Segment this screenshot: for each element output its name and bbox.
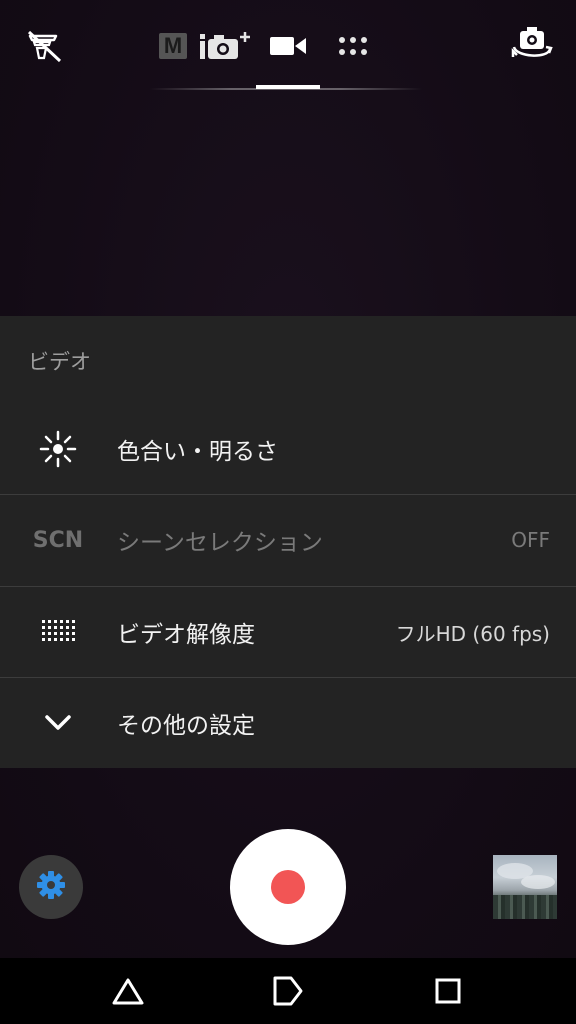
row-scene-selection[interactable]: SCN シーンセレクション OFF (0, 495, 576, 585)
row-color-brightness[interactable]: 色合い・明るさ (0, 404, 576, 494)
panel-title: ビデオ (28, 350, 91, 374)
row-label: シーンセレクション (117, 530, 323, 556)
record-button[interactable] (230, 829, 346, 945)
scn-text: SCN (32, 527, 84, 553)
video-settings-panel: ビデオ 色合い・明るさ SCN シーンセレクション OFF ビデオ解像度 フルH… (0, 316, 576, 768)
superior-auto-icon[interactable] (198, 28, 254, 64)
thumbnail-cloud (521, 875, 555, 889)
row-label: その他の設定 (117, 713, 255, 739)
back-triangle-icon[interactable] (106, 971, 150, 1011)
row-label: ビデオ解像度 (117, 622, 255, 648)
system-nav-bar (0, 958, 576, 1024)
row-value: フルHD (60 fps) (395, 621, 550, 646)
row-other-settings[interactable]: その他の設定 (0, 678, 576, 768)
settings-button[interactable] (19, 855, 83, 919)
scene-icon: SCN (28, 520, 88, 560)
flash-off-icon[interactable] (22, 26, 66, 66)
brightness-icon (28, 429, 88, 469)
gear-icon (36, 870, 66, 904)
manual-mode-letter: M (159, 33, 187, 59)
resolution-grid-icon (28, 612, 88, 652)
switch-camera-icon[interactable] (508, 24, 556, 64)
home-icon[interactable] (266, 971, 310, 1011)
top-bar: M (0, 0, 576, 100)
recent-apps-icon[interactable] (426, 971, 470, 1011)
row-value: OFF (511, 528, 550, 552)
active-mode-indicator (256, 85, 320, 89)
row-video-resolution[interactable]: ビデオ解像度 フルHD (60 fps) (0, 587, 576, 677)
record-dot-icon (271, 870, 305, 904)
row-label: 色合い・明るさ (117, 439, 278, 465)
chevron-down-icon (28, 703, 88, 743)
manual-mode-icon[interactable]: M (158, 28, 188, 64)
video-camera-icon[interactable] (268, 28, 308, 64)
camera-apps-grid-icon[interactable] (333, 28, 373, 64)
last-photo-thumbnail[interactable] (493, 855, 557, 919)
thumbnail-cityscape (493, 895, 557, 919)
